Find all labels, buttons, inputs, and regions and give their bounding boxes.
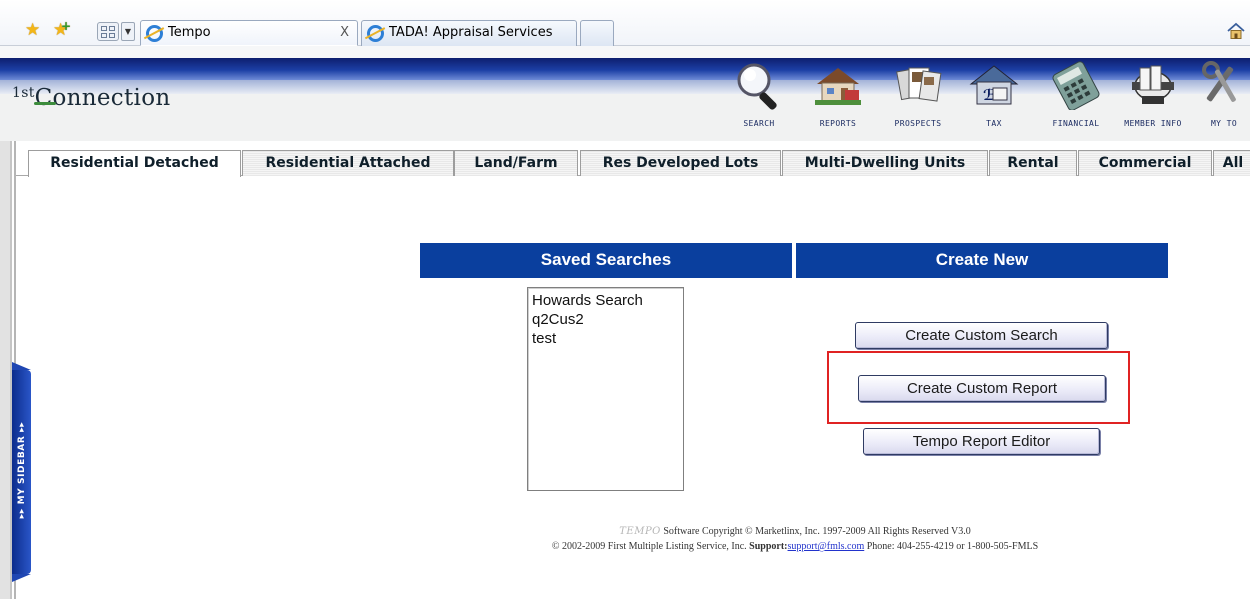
app-header: 1stConnection SEARCH REPORTS PROSPECTS ℬ… xyxy=(0,46,1250,141)
tab-res-developed-lots[interactable]: Res Developed Lots xyxy=(580,150,781,176)
tools-icon xyxy=(1202,61,1236,102)
close-tab-button[interactable]: X xyxy=(340,21,349,45)
support-label: Support: xyxy=(749,541,788,552)
calculator-icon xyxy=(1052,61,1100,110)
nav-label: MY TO xyxy=(1210,119,1238,128)
footer-line-1: TEMPO Software Copyright © Marketlinx, I… xyxy=(420,524,1170,539)
support-email-link[interactable]: support@fmls.com xyxy=(788,541,865,552)
saved-search-item[interactable]: Howards Search xyxy=(532,291,679,310)
left-edge xyxy=(0,141,12,599)
footer: TEMPO Software Copyright © Marketlinx, I… xyxy=(420,524,1170,554)
nav-prospects[interactable]: PROSPECTS xyxy=(880,46,956,141)
sidebar-label: ▸▸ MY SIDEBAR ▸▸ xyxy=(17,421,27,519)
documents-icon xyxy=(896,67,942,102)
saved-search-item[interactable]: test xyxy=(532,329,679,348)
nav-label: FINANCIAL xyxy=(1052,119,1100,128)
copyright-text: Software Copyright © Marketlinx, Inc. 19… xyxy=(663,526,971,537)
tab-residential-detached[interactable]: Residential Detached xyxy=(28,150,241,177)
favorites-star-icon[interactable]: ★ xyxy=(25,22,40,39)
tab-rental[interactable]: Rental xyxy=(989,150,1077,176)
nav-financial[interactable]: FINANCIAL xyxy=(1040,46,1112,141)
nav-label: PROSPECTS xyxy=(894,119,942,128)
tab-land-farm[interactable]: Land/Farm xyxy=(454,150,578,176)
house-reports-icon xyxy=(815,68,861,105)
tab-multi-dwelling-units[interactable]: Multi-Dwelling Units xyxy=(782,150,988,176)
my-sidebar-toggle[interactable]: ▸▸ MY SIDEBAR ▸▸ xyxy=(12,362,31,582)
browser-tab-title: TADA! Appraisal Services xyxy=(389,25,553,40)
house-tax-icon: ℬ xyxy=(969,65,1019,105)
nav-label: SEARCH xyxy=(743,119,775,128)
tempo-report-editor-button[interactable]: Tempo Report Editor xyxy=(863,428,1100,455)
create-custom-report-button[interactable]: Create Custom Report xyxy=(858,375,1106,402)
saved-searches-list[interactable]: Howards Search q2Cus2 test xyxy=(527,287,684,491)
tab-commercial[interactable]: Commercial xyxy=(1078,150,1212,176)
footer-line-2: © 2002-2009 First Multiple Listing Servi… xyxy=(420,539,1170,554)
create-custom-search-button[interactable]: Create Custom Search xyxy=(855,322,1108,349)
create-new-header: Create New xyxy=(796,243,1168,278)
magnifier-icon xyxy=(737,63,777,110)
property-type-tabs: Residential Detached Residential Attache… xyxy=(16,150,1250,177)
tab-list-dropdown-icon[interactable]: ▼ xyxy=(121,22,135,41)
quick-tabs-icon[interactable] xyxy=(97,22,119,41)
browser-tab-strip: ★ ★ ▼ Tempo X TADA! Appraisal Services xyxy=(0,0,1250,46)
browser-tab-tada[interactable]: TADA! Appraisal Services xyxy=(361,20,577,46)
nav-tax[interactable]: ℬ TAX xyxy=(966,46,1022,141)
browser-tab-title: Tempo xyxy=(168,25,211,40)
fmls-copyright: © 2002-2009 First Multiple Listing Servi… xyxy=(551,541,747,552)
nav-label: MEMBER INFO xyxy=(1124,119,1182,128)
app-logo[interactable]: 1stConnection xyxy=(12,85,170,111)
tempo-logo: TEMPO xyxy=(619,526,661,537)
ie-icon xyxy=(146,25,163,42)
saved-search-item[interactable]: q2Cus2 xyxy=(532,310,679,329)
rolodex-icon xyxy=(1132,65,1174,104)
home-icon[interactable] xyxy=(1227,22,1245,40)
phone-text: Phone: 404-255-4219 or 1-800-505-FMLS xyxy=(866,541,1039,552)
saved-searches-header: Saved Searches xyxy=(420,243,792,278)
tab-residential-attached[interactable]: Residential Attached xyxy=(242,150,454,176)
nav-member-info[interactable]: MEMBER INFO xyxy=(1118,46,1188,141)
nav-my-tools[interactable]: MY TO xyxy=(1194,46,1250,141)
nav-search[interactable]: SEARCH xyxy=(732,46,786,141)
nav-label: TAX xyxy=(986,119,1002,128)
browser-tab-tempo[interactable]: Tempo X xyxy=(140,20,358,46)
add-favorite-icon[interactable]: ★ xyxy=(53,18,71,39)
ie-icon xyxy=(367,25,384,42)
tab-all[interactable]: All xyxy=(1213,150,1250,176)
nav-label: REPORTS xyxy=(819,119,857,128)
nav-reports[interactable]: REPORTS xyxy=(806,46,870,141)
new-tab-button[interactable] xyxy=(580,20,614,46)
